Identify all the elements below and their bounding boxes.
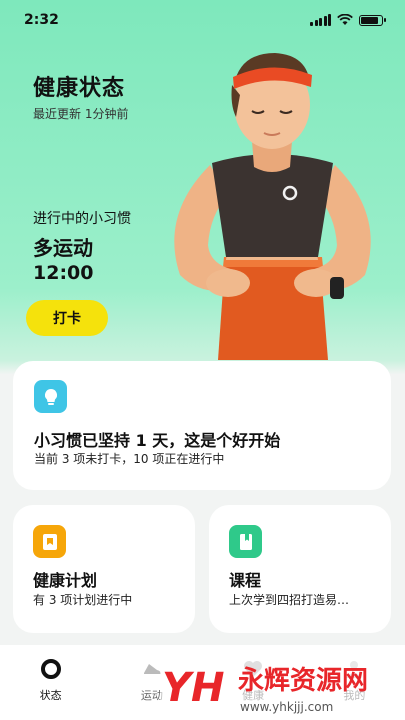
course-title: 课程: [229, 571, 262, 590]
status-bar: 2:32: [0, 0, 405, 40]
tab-status-label: 状态: [39, 689, 62, 702]
habit-summary-title: 小习惯已坚持 1 天，这是个好开始: [34, 431, 281, 450]
course-card[interactable]: 课程 上次学到四招打造易…: [209, 505, 391, 633]
habit-section-label: 进行中的小习惯: [33, 211, 131, 227]
lightbulb-icon: [34, 380, 67, 413]
status-icons: [310, 14, 386, 26]
health-plan-card[interactable]: 健康计划 有 3 项计划进行中: [13, 505, 195, 633]
watermark-title: 永辉资源网: [238, 666, 368, 696]
signal-icon: [310, 14, 331, 26]
watermark-url: www.yhkjjj.com: [240, 700, 333, 714]
fitness-avatar-illustration: [174, 53, 371, 360]
bookmark-icon: [33, 525, 66, 558]
tab-status[interactable]: 状态: [11, 657, 91, 720]
page-title: 健康状态: [33, 76, 126, 101]
health-plan-title: 健康计划: [33, 571, 98, 590]
health-plan-description: 有 3 项计划进行中: [33, 593, 133, 607]
ring-icon: [39, 657, 63, 681]
wifi-icon: [337, 14, 353, 25]
status-time: 2:32: [24, 12, 59, 28]
habit-summary-description: 当前 3 项未打卡，10 项正在进行中: [34, 452, 225, 466]
habit-time: 12:00: [33, 262, 94, 284]
watermark-logo-text: YH: [162, 665, 224, 711]
last-updated-text: 最近更新 1分钟前: [33, 107, 129, 121]
book-icon: [229, 525, 262, 558]
course-description: 上次学到四招打造易…: [229, 593, 350, 607]
habit-summary-card[interactable]: 小习惯已坚持 1 天，这是个好开始 当前 3 项未打卡，10 项正在进行中: [13, 361, 391, 490]
battery-icon: [359, 14, 386, 26]
habit-name: 多运动: [33, 236, 93, 260]
watermark-logo: YH 永辉资源网 www.yhkjjj.com: [160, 659, 405, 715]
checkin-button[interactable]: 打卡: [26, 300, 108, 336]
